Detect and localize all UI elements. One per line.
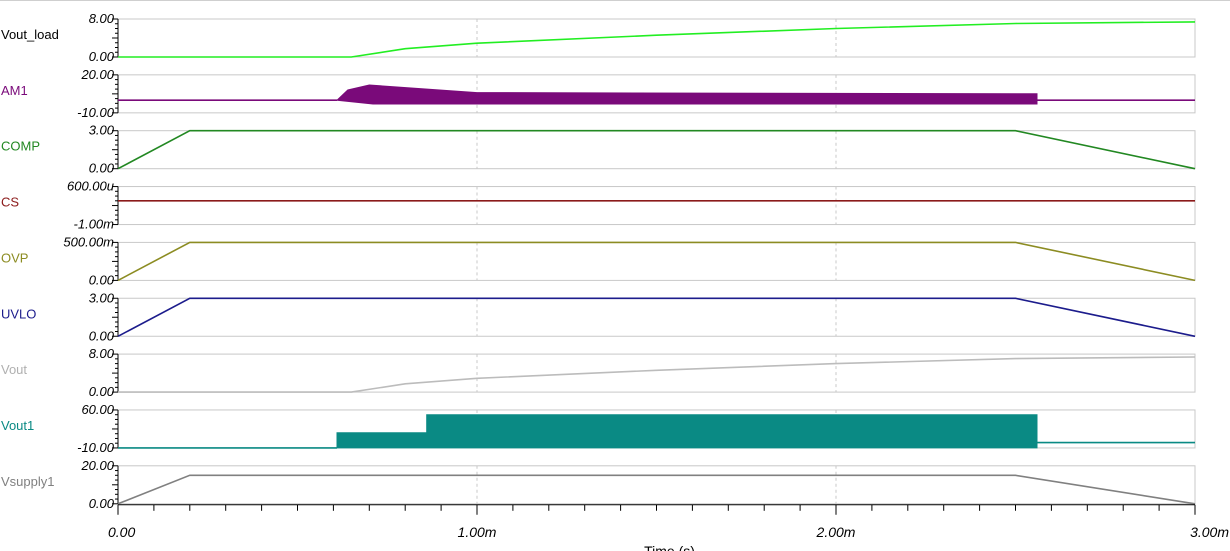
panel-uvlo: 3.00 0.00 UVLO (1, 290, 1196, 343)
series-name: AM1 (1, 83, 28, 98)
x-tick-label: 1.00m (458, 524, 497, 540)
y-tick-label: 0.00 (89, 161, 115, 176)
x-axis-title: Time (s) (644, 543, 695, 551)
y-tick-label: 0.00 (89, 496, 115, 511)
panel-vout1: 60.00 -10.00 Vout1 (1, 402, 1196, 455)
waveform-chart: 8.00 0.00 Vout_load 20.00 -10.00 AM1 3.00 0.00 C… (1, 11, 1229, 551)
panel-vout_load: 8.00 0.00 Vout_load (1, 11, 1196, 64)
y-tick-label: 0.00 (89, 49, 115, 64)
panel-comp: 3.00 0.00 COMP (1, 123, 1196, 176)
series-name: COMP (1, 139, 40, 154)
panel-cs: 600.00u -1.00m CS (1, 179, 1196, 232)
y-tick-label: 8.00 (89, 11, 115, 26)
y-tick-label: 3.00 (89, 123, 115, 138)
y-tick-label: 0.00 (89, 272, 115, 287)
panel-frame (117, 241, 1196, 281)
series-name: OVP (1, 250, 28, 265)
series-name: Vout (1, 362, 27, 377)
y-tick-label: 500.00m (63, 234, 114, 249)
x-tick-label: 2.00m (816, 524, 856, 540)
y-tick-label: 20.00 (80, 458, 114, 473)
series-name: Vout_load (1, 27, 59, 42)
y-tick-label: 600.00u (67, 179, 114, 194)
panel-ovp: 500.00m 0.00 OVP (1, 234, 1196, 287)
y-tick-label: 60.00 (81, 402, 114, 417)
y-tick-label: 0.00 (89, 328, 115, 343)
x-tick-label: 3.00m (1190, 524, 1229, 540)
panel-vout: 8.00 0.00 Vout (1, 346, 1196, 399)
panel-frame (117, 465, 1196, 505)
switching-envelope (336, 414, 1038, 449)
y-tick-label: 0.00 (89, 384, 115, 399)
series-name: Vout1 (1, 418, 34, 433)
panel-frame (117, 130, 1196, 170)
panel-frame (117, 297, 1196, 337)
chart-stage: 8.00 0.00 Vout_load 20.00 -10.00 AM1 3.00 0.00 C… (0, 0, 1230, 551)
series-name: CS (1, 195, 19, 210)
x-axis: 0.00 1.00m 2.00m 3.00m Time (s) (108, 504, 1229, 551)
y-tick-label: -10.00 (77, 105, 115, 120)
panel-frame (117, 353, 1196, 393)
y-tick-label: -1.00m (74, 217, 115, 232)
panel-frame (117, 186, 1196, 226)
series-name: Vsupply1 (1, 474, 54, 489)
y-tick-label: 20.00 (80, 67, 114, 82)
panel-am1: 20.00 -10.00 AM1 (1, 67, 1196, 120)
panel-vsupply1: 20.00 0.00 Vsupply1 (1, 458, 1196, 511)
series-name: UVLO (1, 306, 36, 321)
y-tick-label: 8.00 (89, 346, 115, 361)
panel-frame (117, 18, 1196, 58)
y-tick-label: 3.00 (89, 290, 115, 305)
y-tick-label: -10.00 (77, 440, 115, 455)
x-tick-label: 0.00 (108, 524, 135, 540)
